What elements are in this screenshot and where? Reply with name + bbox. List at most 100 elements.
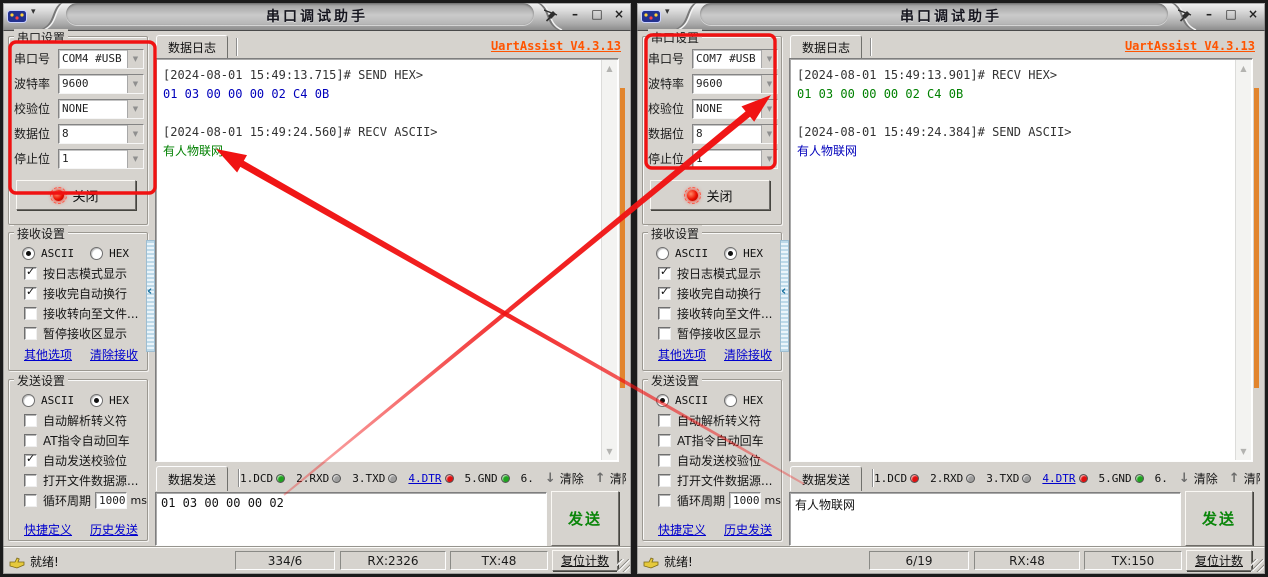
data-bits-select[interactable]: 8 ▼ <box>58 123 144 144</box>
file-data-source-checkbox[interactable]: ✓ <box>658 474 671 487</box>
version-link[interactable]: UartAssist V4.3.13 <box>491 39 621 53</box>
chevron-down-icon[interactable]: ▼ <box>761 149 777 168</box>
maximize-button[interactable]: □ <box>1222 5 1240 23</box>
chevron-down-icon[interactable]: ▼ <box>127 49 143 68</box>
tab-data-send[interactable]: 数据发送 <box>790 466 863 491</box>
baud-rate-select[interactable]: 9600 ▼ <box>692 73 778 94</box>
close-icon[interactable]: × <box>610 5 628 23</box>
pin-dtr[interactable]: 4.DTR <box>1042 472 1088 485</box>
quick-define-link[interactable]: 快捷定义 <box>24 521 72 538</box>
send-ascii-radio[interactable] <box>22 394 35 407</box>
clear-receive-link[interactable]: 清除接收 <box>90 346 138 363</box>
other-options-link[interactable]: 其他选项 <box>24 346 72 363</box>
scroll-down-icon[interactable]: ▼ <box>1236 447 1251 456</box>
tab-data-send[interactable]: 数据发送 <box>156 466 229 491</box>
recv-hex-radio[interactable] <box>724 247 738 260</box>
clear-send-button[interactable]: ↑清除 <box>595 470 626 487</box>
pin-dtr[interactable]: 4.DTR <box>408 472 454 485</box>
pin-dtr-link[interactable]: 4.DTR <box>408 472 441 485</box>
chevron-down-icon[interactable]: ▼ <box>761 124 777 143</box>
auto-escape-checkbox[interactable]: ✓ <box>658 414 671 427</box>
clear-receive-button[interactable]: ↓ 清除 <box>545 470 584 487</box>
panel-splitter[interactable]: ‹ <box>146 240 155 352</box>
send-data-input[interactable]: 01 03 00 00 00 02 <box>155 492 547 546</box>
data-log-panel[interactable]: [2024-08-01 15:49:13.715]# SEND HEX> 01 … <box>155 58 619 462</box>
menu-caret-icon[interactable]: ▾ <box>665 7 670 17</box>
at-auto-cr-checkbox[interactable]: ✓ <box>658 434 671 447</box>
redirect-to-file-checkbox[interactable]: ✓ <box>24 307 37 320</box>
chevron-down-icon[interactable]: ▼ <box>127 149 143 168</box>
maximize-button[interactable]: □ <box>588 5 606 23</box>
pause-display-checkbox[interactable]: ✓ <box>24 327 37 340</box>
send-ascii-radio[interactable] <box>656 394 669 407</box>
auto-newline-checkbox[interactable]: ✓ <box>24 285 37 300</box>
file-data-source-checkbox[interactable]: ✓ <box>24 474 37 487</box>
reset-count-button[interactable]: 复位计数 <box>1186 550 1252 571</box>
chevron-down-icon[interactable]: ▼ <box>127 124 143 143</box>
send-hex-radio[interactable] <box>724 394 738 407</box>
version-link[interactable]: UartAssist V4.3.13 <box>1125 39 1255 53</box>
auto-newline-checkbox[interactable]: ✓ <box>658 285 671 300</box>
scroll-down-icon[interactable]: ▼ <box>602 447 617 456</box>
redirect-to-file-checkbox[interactable]: ✓ <box>658 307 671 320</box>
at-auto-cr-checkbox[interactable]: ✓ <box>24 434 37 447</box>
data-log-panel[interactable]: [2024-08-01 15:49:13.901]# RECV HEX> 01 … <box>789 58 1253 462</box>
cycle-period-checkbox[interactable]: ✓ <box>658 494 671 507</box>
stop-bits-select[interactable]: 1 ▼ <box>692 148 778 169</box>
serial-port-select[interactable]: COM4 #USB ▼ <box>58 48 144 69</box>
other-options-link[interactable]: 其他选项 <box>658 346 706 363</box>
auto-checksum-checkbox[interactable]: ✓ <box>658 454 671 467</box>
send-data-input[interactable]: 有人物联网 <box>789 492 1181 546</box>
menu-caret-icon[interactable]: ▾ <box>31 7 36 17</box>
reset-count-button[interactable]: 复位计数 <box>552 550 618 571</box>
chevron-down-icon[interactable]: ▼ <box>761 74 777 93</box>
recv-ascii-radio[interactable] <box>656 247 669 260</box>
cycle-period-input[interactable]: 1000 <box>729 492 761 509</box>
resize-grip[interactable] <box>1251 559 1264 572</box>
cycle-period-input[interactable]: 1000 <box>95 492 127 509</box>
clear-receive-link[interactable]: 清除接收 <box>724 346 772 363</box>
log-mode-checkbox[interactable]: ✓ <box>658 265 671 280</box>
parity-select[interactable]: NONE ▼ <box>692 98 778 119</box>
auto-escape-checkbox[interactable]: ✓ <box>24 414 37 427</box>
pin-icon[interactable] <box>543 7 558 26</box>
clear-send-button[interactable]: ↑清除 <box>1229 470 1260 487</box>
chevron-down-icon[interactable]: ▼ <box>127 99 143 118</box>
minimize-button[interactable]: – <box>566 5 584 23</box>
cycle-period-checkbox[interactable]: ✓ <box>24 494 37 507</box>
chevron-down-icon[interactable]: ▼ <box>761 49 777 68</box>
titlebar[interactable]: ▾ 串口调试助手 – □ × <box>634 0 1268 31</box>
close-icon[interactable]: × <box>1244 5 1262 23</box>
pin-dtr-link[interactable]: 4.DTR <box>1042 472 1075 485</box>
data-bits-select[interactable]: 8 ▼ <box>692 123 778 144</box>
send-button[interactable]: 发送 <box>1185 491 1253 546</box>
chevron-down-icon[interactable]: ▼ <box>127 74 143 93</box>
send-hex-radio[interactable] <box>90 394 104 407</box>
parity-select[interactable]: NONE ▼ <box>58 98 144 119</box>
send-button[interactable]: 发送 <box>551 491 619 546</box>
recv-hex-radio[interactable] <box>90 247 104 260</box>
clear-receive-button[interactable]: ↓ 清除 <box>1179 470 1218 487</box>
scroll-up-icon[interactable]: ▲ <box>602 64 617 73</box>
pause-display-checkbox[interactable]: ✓ <box>658 327 671 340</box>
app-icon[interactable] <box>641 8 661 27</box>
close-port-button[interactable]: 关闭 <box>650 180 770 210</box>
log-mode-checkbox[interactable]: ✓ <box>24 265 37 280</box>
log-scrollbar[interactable]: ▲ ▼ <box>601 60 617 460</box>
auto-checksum-checkbox[interactable]: ✓ <box>24 452 37 467</box>
tab-data-log[interactable]: 数据日志 <box>156 35 229 59</box>
resize-grip[interactable] <box>617 559 630 572</box>
log-scrollbar[interactable]: ▲ ▼ <box>1235 60 1251 460</box>
recv-ascii-radio[interactable] <box>22 247 35 260</box>
stop-bits-select[interactable]: 1 ▼ <box>58 148 144 169</box>
titlebar[interactable]: ▾ 串口调试助手 – □ × <box>0 0 634 31</box>
quick-define-link[interactable]: 快捷定义 <box>658 521 706 538</box>
pin-icon[interactable] <box>1177 7 1192 26</box>
panel-splitter[interactable]: ‹ <box>780 240 789 352</box>
minimize-button[interactable]: – <box>1200 5 1218 23</box>
scroll-up-icon[interactable]: ▲ <box>1236 64 1251 73</box>
baud-rate-select[interactable]: 9600 ▼ <box>58 73 144 94</box>
serial-port-select[interactable]: COM7 #USB ▼ <box>692 48 778 69</box>
history-send-link[interactable]: 历史发送 <box>90 521 138 538</box>
close-port-button[interactable]: 关闭 <box>16 180 136 210</box>
